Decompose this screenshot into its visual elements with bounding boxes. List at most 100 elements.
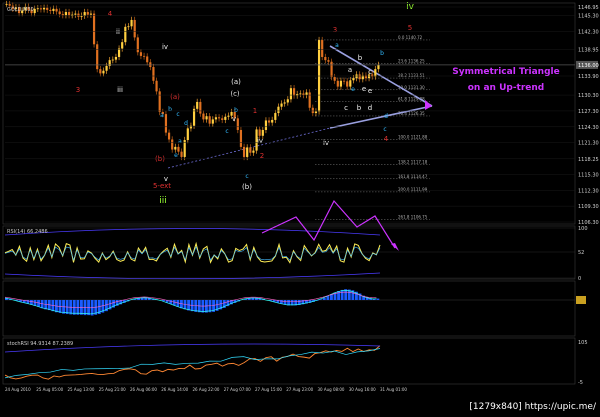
price-tick-label: 1112.30: [578, 188, 599, 194]
candle-body: [252, 151, 254, 153]
candle-body: [102, 71, 104, 74]
trading-chart: 0.0 1140.7223.6 1136.2538.2 1133.5150.0 …: [0, 0, 600, 413]
candle-body: [343, 81, 345, 82]
price-panel-frame: [3, 3, 575, 224]
rsi-upper-band: [5, 229, 380, 236]
time-tick-label: 27 Aug 15:00: [255, 387, 282, 392]
candle-body: [140, 52, 142, 56]
candle-body: [290, 88, 292, 99]
wave-label-cyan: c: [225, 128, 228, 135]
wave-label-cyan: a: [160, 112, 164, 119]
time-tick-label: 25 Aug 05:00: [36, 387, 63, 392]
candle-body: [130, 20, 132, 26]
wave-label-cyan: b: [234, 107, 238, 114]
candle-body: [293, 88, 295, 95]
candle-body: [337, 81, 339, 87]
candle-body: [55, 9, 57, 12]
candle-body: [221, 118, 223, 120]
price-tick-label: 1130.30: [578, 93, 599, 99]
uptrend-line: [168, 128, 330, 168]
wave-label-red: 4: [384, 135, 389, 143]
price-tick-label: 1146.95: [578, 5, 599, 11]
annotation-line-1: Symmetrical Triangle: [452, 67, 559, 77]
macd-zero-marker: [576, 296, 586, 304]
candle-body: [105, 66, 107, 71]
symbol-label: GOLD,M30: [7, 7, 34, 13]
candle-body: [377, 65, 379, 69]
candle-body: [59, 11, 61, 14]
wave-label-cyan: e: [351, 86, 355, 93]
time-tick-label: 26 Aug 06:00: [130, 387, 157, 392]
candle-body: [168, 133, 170, 140]
candle-body: [359, 74, 361, 79]
candle-body: [284, 102, 286, 103]
candle-body: [212, 119, 214, 123]
wave-label-white: iv: [323, 139, 329, 147]
price-series: [5, 1, 379, 160]
wave-label-white: a: [348, 66, 352, 74]
candle-body: [327, 60, 329, 62]
wave-label-red: 4: [108, 10, 113, 18]
fib-level-label: 38.2 1133.51: [398, 73, 425, 78]
candle-body: [34, 9, 36, 13]
candle-body: [180, 152, 182, 157]
candle-body: [299, 93, 301, 94]
candle-body: [112, 60, 114, 61]
candle-body: [118, 49, 120, 57]
wave-label-white: iii: [117, 86, 123, 94]
candle-body: [68, 12, 70, 15]
time-tick-label: 31 Aug 01:00: [380, 387, 407, 392]
candle-body: [199, 102, 201, 114]
candle-body: [215, 117, 217, 119]
wave-label-white: (b): [242, 183, 252, 191]
candle-body: [159, 91, 161, 112]
candle-body: [5, 4, 7, 5]
macd-histogram-bar: [34, 300, 37, 306]
candle-body: [318, 40, 320, 111]
wave-label-red: 3: [76, 86, 80, 94]
chart-root: 0.0 1140.7223.6 1136.2538.2 1133.5150.0 …: [0, 0, 600, 413]
candle-body: [52, 9, 54, 11]
wave-label-cyan: c: [176, 111, 179, 118]
price-tick-label: 1115.30: [578, 172, 599, 178]
candle-body: [334, 77, 336, 81]
candle-body: [165, 114, 167, 133]
candle-body: [352, 78, 354, 80]
time-tick-label: 27 Aug 07:00: [224, 387, 251, 392]
fib-level-label: 261.8 1106.75: [398, 215, 428, 220]
wave-label-red: 3: [333, 26, 337, 34]
candle-body: [280, 104, 282, 107]
rsi-panel: 100520: [5, 226, 588, 282]
time-tick-label: 30 Aug 16:00: [349, 387, 376, 392]
magenta-zigzag: [262, 201, 395, 248]
wave-label-cyan: a: [335, 42, 339, 49]
time-tick-label: 25 Aug 21:00: [99, 387, 126, 392]
candle-body: [196, 102, 198, 109]
candle-body: [84, 12, 86, 16]
wave-label-cyan: b: [380, 50, 384, 57]
wave-label-white: b: [358, 54, 363, 62]
candle-body: [40, 8, 42, 9]
candle-body: [209, 116, 211, 123]
candle-body: [37, 8, 39, 9]
candle-body: [137, 37, 139, 52]
wave-label-red: (a): [170, 93, 180, 101]
candle-body: [190, 126, 192, 129]
price-tick-label: 1109.30: [578, 204, 599, 210]
wave-label-white: v: [232, 115, 236, 123]
candle-body: [62, 14, 64, 15]
watermark: [1279x840] https://upic.me/: [469, 402, 597, 412]
price-tick-label: 1124.30: [578, 125, 599, 131]
candle-body: [374, 69, 376, 76]
candle-body: [77, 14, 79, 17]
macd-histogram-bar: [341, 290, 344, 300]
magenta-arrow-head: [391, 243, 399, 251]
wave-label-white: (c): [230, 90, 240, 98]
candle-body: [237, 118, 239, 130]
candle-body: [96, 44, 98, 69]
price-tick-label: 1142.30: [578, 30, 599, 36]
candle-body: [202, 114, 204, 120]
wave-label-red: 5: [408, 24, 412, 32]
macd-panel: 0: [5, 289, 586, 315]
candle-body: [65, 12, 67, 15]
